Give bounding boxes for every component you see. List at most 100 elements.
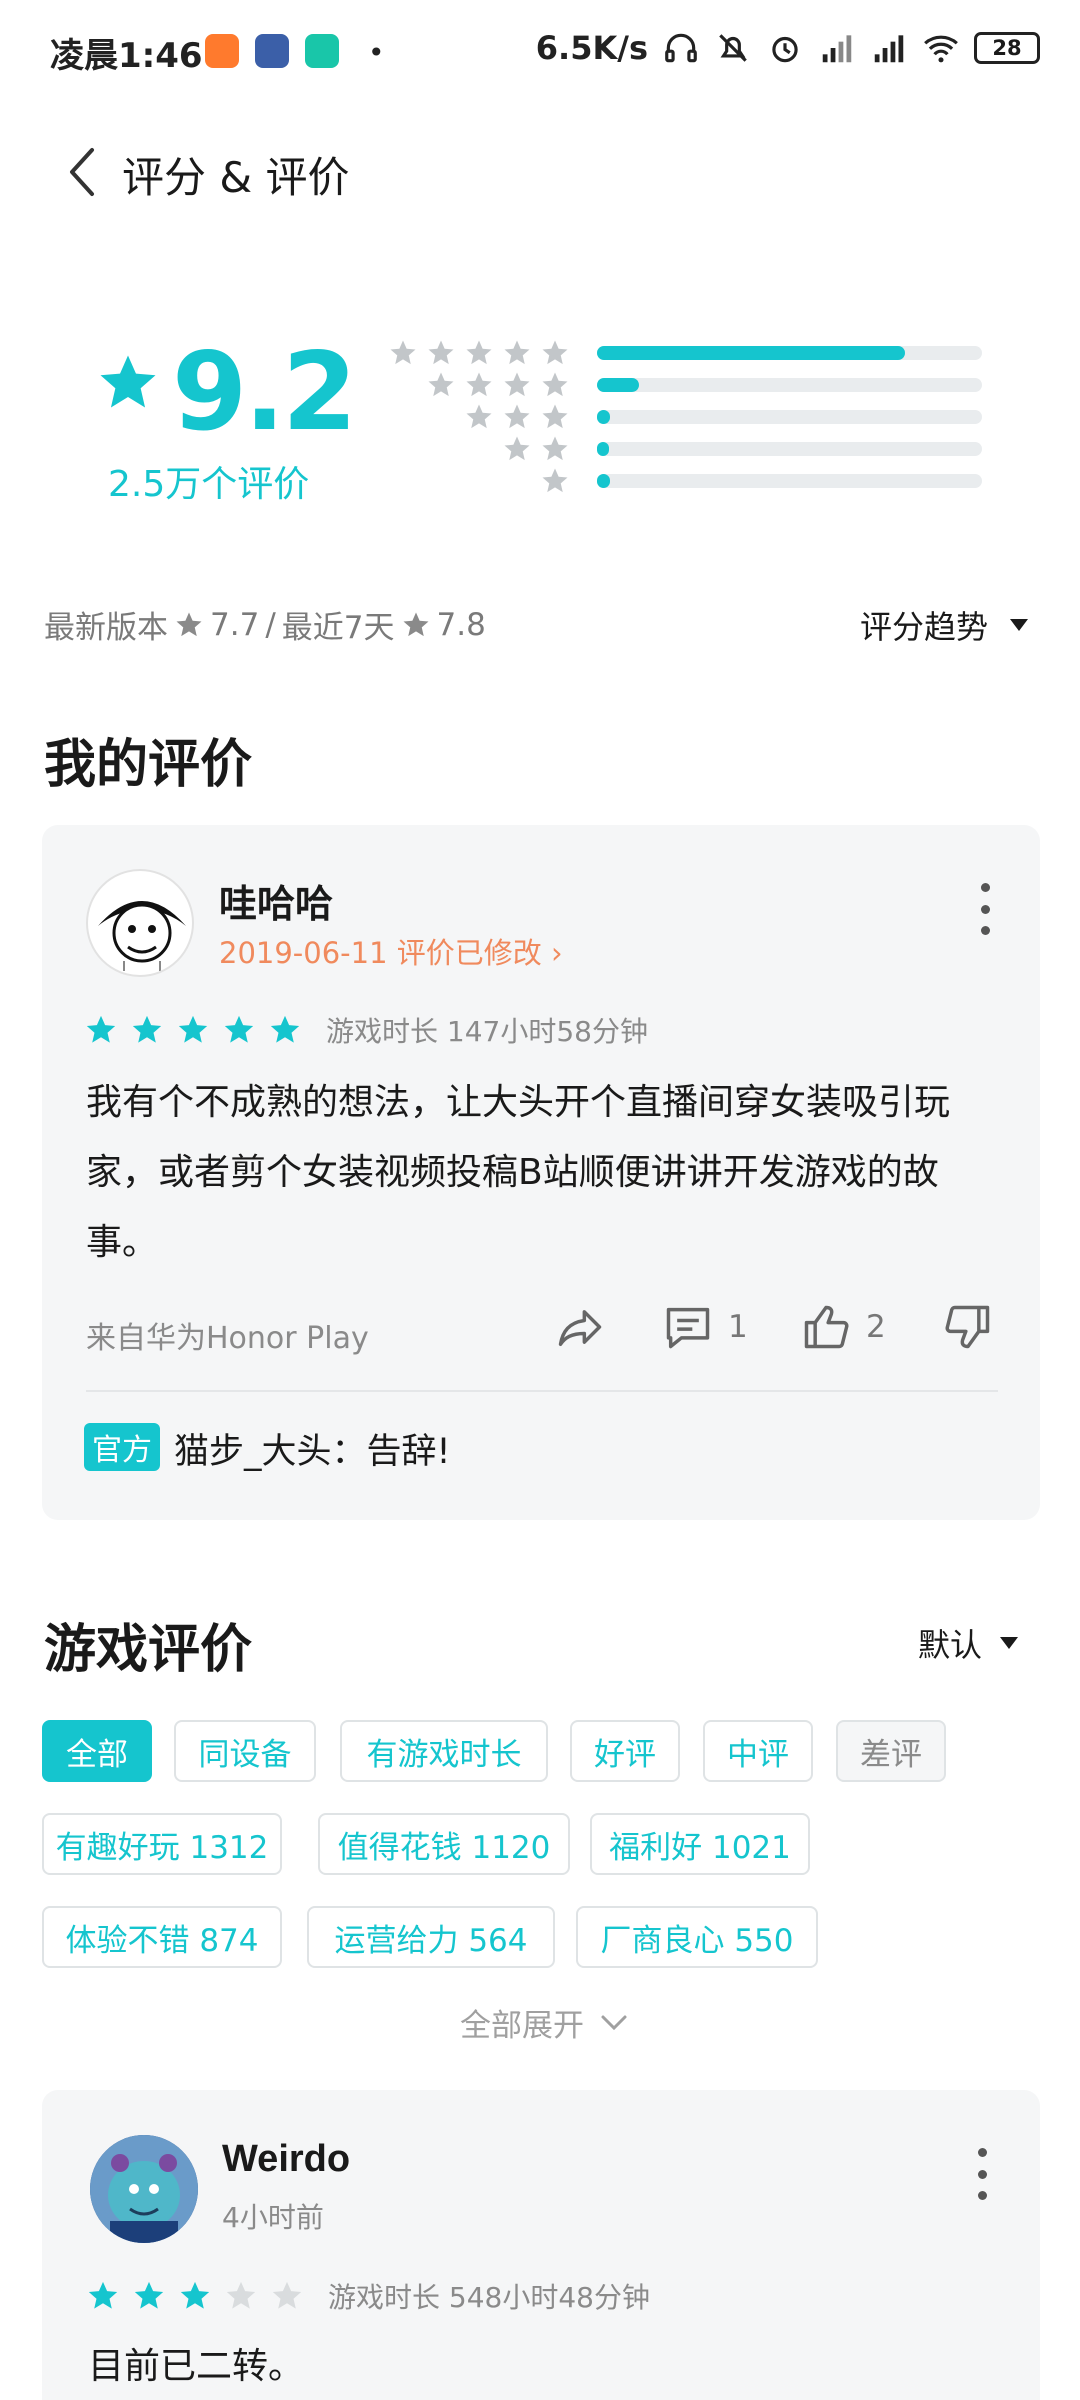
thumbs-up-icon [804,1305,849,1349]
bell-muted-icon [719,34,747,62]
comment-count: 1 [728,1309,748,1345]
star-icon [466,372,492,397]
star-icon [428,340,454,365]
comment-button[interactable]: 1 [662,1301,748,1353]
expand-all-button[interactable]: 全部展开 [460,2000,628,2045]
network-speed: 6.5K/s [535,29,648,67]
star-icon [466,340,492,365]
star-icon [542,372,568,397]
star-icon [504,372,530,397]
star-icon [542,404,568,429]
star-icon [390,340,416,365]
distribution-row-2-star [0,434,1080,466]
like-button[interactable]: 2 [800,1301,886,1353]
review-text: 目前已二转。 [88,2346,305,2387]
star-icon [272,2281,302,2309]
device-info: 来自华为Honor Play [86,1321,369,1356]
thumbs-down-icon [945,1305,990,1349]
star-icon [542,468,568,493]
share-button[interactable] [554,1301,606,1353]
username[interactable]: 哇哈哈 [219,873,333,928]
star-icon [504,340,530,365]
distribution-row-4-star [0,370,1080,402]
star-icon [542,436,568,461]
luffy-avatar-icon [98,901,186,971]
distribution-bar-fill [597,346,905,360]
rating-summary: 9.2 2.5万个评价 [0,300,1080,520]
page-header: 评分 & 评价 [0,120,1080,230]
filter-tag[interactable]: 体验不错 874 [42,1906,282,1968]
chevron-left-icon[interactable] [56,142,116,202]
rating-trend-button[interactable]: 评分趋势 [860,602,1028,648]
ghost-app-icon [305,34,339,68]
avatar[interactable] [90,2135,198,2243]
distribution-bar [597,442,982,456]
taobao-app-icon [205,34,239,68]
dislike-button[interactable] [942,1301,994,1353]
game-reviews-title: 游戏评价 [44,1620,253,1680]
filter-tag[interactable]: 厂商良心 550 [576,1906,818,1968]
monster-avatar-icon [90,2135,198,2243]
filter-tag[interactable]: 同设备 [174,1720,316,1782]
star-icon [270,1015,300,1043]
filter-tag[interactable]: 有游戏时长 [340,1720,548,1782]
playtime: 游戏时长 548小时48分钟 [328,2281,650,2314]
star-icon [132,1015,162,1043]
share-icon [558,1310,602,1347]
my-review-card: 哇哈哈 2019-06-11 评价已修改 › 游戏时长 147小时58分钟 我有… [42,825,1040,1520]
star-icon [504,404,530,429]
star-icon [86,1015,116,1043]
star-icon [428,372,454,397]
divider [86,1390,998,1392]
filter-tag[interactable]: 值得花钱 1120 [318,1813,570,1875]
sort-label: 默认 [917,1626,982,1664]
star-icon [178,1015,208,1043]
distribution-bar-fill [597,442,609,456]
like-count: 2 [866,1309,886,1345]
comment-icon [666,1307,710,1349]
distribution-row-3-star [0,402,1080,434]
official-reply[interactable]: 猫步_大头：告辞! [174,1423,451,1474]
version-scores: 最新版本 7.7 / 最近7天 7.8 [44,602,486,647]
star-icon [542,340,568,365]
expand-all-label: 全部展开 [460,2008,584,2044]
review-edited-link[interactable]: 2019-06-11 评价已修改 › [219,930,563,972]
review-stars: 游戏时长 548小时48分钟 [86,2276,650,2316]
username[interactable]: Weirdo [222,2138,350,2181]
signal-icon [822,35,852,63]
star-icon [176,612,202,636]
caret-down-icon [1000,1637,1018,1649]
sort-dropdown[interactable]: 默认 [918,1620,1018,1666]
review-card: Weirdo 4小时前 游戏时长 548小时48分钟 目前已二转。 [42,2090,1040,2400]
filter-tag[interactable]: 全部 [42,1720,152,1782]
playtime: 游戏时长 147小时58分钟 [326,1015,648,1048]
my-review-title: 我的评价 [44,735,253,795]
rating-trend-label: 评分趋势 [859,608,988,646]
more-options-icon[interactable] [977,883,993,935]
more-options-icon[interactable] [974,2148,990,2200]
distribution-bar-fill [597,474,611,488]
distribution-bar-fill [597,378,640,392]
status-time: 凌晨1:46 [50,36,203,76]
latest-version-score: 7.7 [210,606,260,643]
caret-down-icon [1010,619,1028,631]
signal-hd-icon [874,35,904,63]
chevron-down-icon [601,2015,627,2030]
distribution-row-1-star [0,466,1080,498]
avatar[interactable] [86,869,194,977]
status-bar: 凌晨1:46 • 6.5K/s 28 [0,0,1080,100]
star-icon [226,2281,256,2309]
official-badge: 官方 [84,1423,160,1471]
more-notifications-dot: • [368,36,385,69]
filter-tag[interactable]: 运营给力 564 [307,1906,555,1968]
filter-tag[interactable]: 中评 [703,1720,813,1782]
star-icon [224,1015,254,1043]
distribution-bar [597,346,982,360]
wifi-icon [924,35,958,63]
filter-tag[interactable]: 好评 [570,1720,680,1782]
filter-tag[interactable]: 差评 [836,1720,946,1782]
filter-tag[interactable]: 有趣好玩 1312 [42,1813,282,1875]
filter-tag[interactable]: 福利好 1021 [590,1813,810,1875]
latest-version-label: 最新版本 [44,610,168,646]
headphones-icon [665,33,697,63]
